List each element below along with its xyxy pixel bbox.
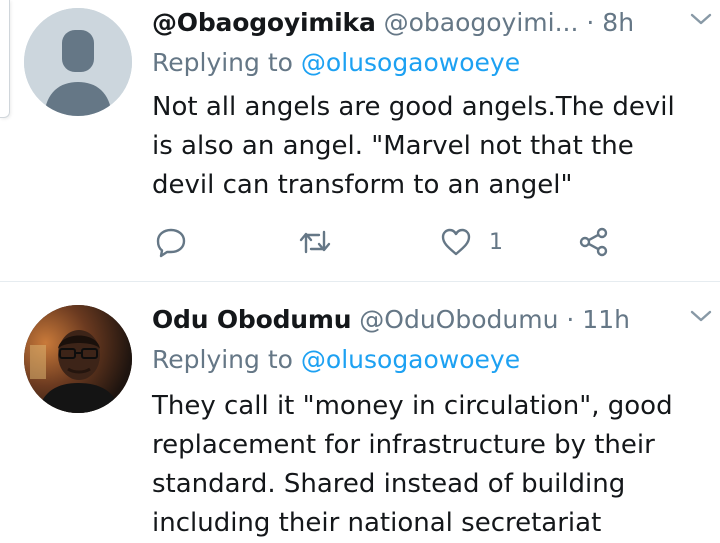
- handle[interactable]: @OduObodumu: [359, 305, 558, 334]
- retweet-icon: [299, 230, 331, 254]
- timeline: @Obaogoyimika @obaogoyimi... · 8h Replyi…: [0, 0, 720, 543]
- tweet-text-line: including their national secretariat: [152, 508, 602, 538]
- replying-to: Replying to @olusogaowoeye: [152, 44, 520, 82]
- profile-photo: [24, 305, 132, 413]
- like-button[interactable]: 1: [439, 222, 503, 262]
- handle[interactable]: @obaogoyimi...: [384, 8, 579, 37]
- tweet-actions: 1: [152, 222, 622, 262]
- retweet-button[interactable]: [297, 222, 333, 262]
- timestamp[interactable]: · 11h: [566, 305, 630, 334]
- display-name[interactable]: Odu Obodumu: [152, 305, 352, 334]
- tweet-text: Not all angels are good angels.The devil…: [152, 88, 692, 205]
- tweet-text: They call it "money in circulation", goo…: [152, 387, 692, 543]
- replying-label: Replying to: [152, 345, 293, 374]
- chevron-down-icon[interactable]: [688, 8, 714, 30]
- tweet-text-line: replacement for infrastructure by their: [152, 430, 655, 460]
- tweet[interactable]: Odu Obodumu @OduObodumu · 11h Replying t…: [0, 283, 720, 543]
- tweet-text-line: devil can transform to an angel": [152, 170, 573, 200]
- replying-label: Replying to: [152, 48, 293, 77]
- share-icon: [579, 227, 608, 257]
- reply-button[interactable]: [154, 222, 188, 262]
- tweet[interactable]: @Obaogoyimika @obaogoyimi... · 8h Replyi…: [0, 0, 720, 282]
- avatar[interactable]: [24, 305, 132, 413]
- display-name[interactable]: @Obaogoyimika: [152, 8, 376, 37]
- share-button[interactable]: [577, 222, 611, 262]
- tweet-header: Odu Obodumu @OduObodumu · 11h: [152, 301, 700, 339]
- tweet-text-line: Not all angels are good angels.The devil: [152, 92, 675, 122]
- mention-link[interactable]: @olusogaowoeye: [301, 345, 520, 374]
- mention-link[interactable]: @olusogaowoeye: [301, 48, 520, 77]
- default-avatar-icon: [24, 8, 132, 116]
- timestamp[interactable]: · 8h: [586, 8, 634, 37]
- tweet-text-line: They call it "money in circulation", goo…: [152, 391, 673, 421]
- chevron-down-icon[interactable]: [688, 305, 714, 327]
- tweet-text-line: is also an angel. "Marvel not that the: [152, 131, 634, 161]
- like-count: 1: [489, 229, 503, 255]
- heart-icon: [441, 228, 471, 256]
- avatar[interactable]: [24, 8, 132, 116]
- reply-icon: [156, 228, 186, 258]
- replying-to: Replying to @olusogaowoeye: [152, 341, 520, 379]
- tweet-header: @Obaogoyimika @obaogoyimi... · 8h: [152, 4, 700, 42]
- tweet-text-line: standard. Shared instead of building: [152, 469, 626, 499]
